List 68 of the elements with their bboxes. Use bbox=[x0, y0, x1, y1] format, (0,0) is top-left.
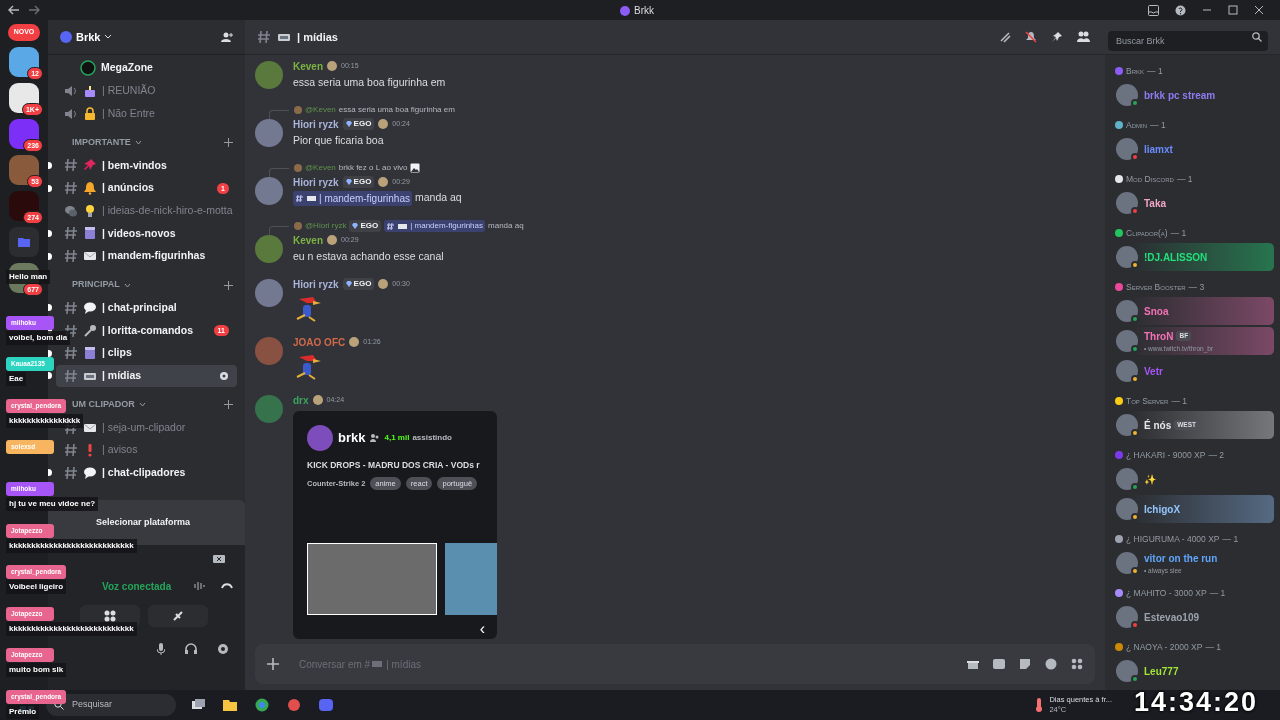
role-header: Brkk bbox=[1126, 64, 1144, 78]
member-count: — 1 bbox=[1170, 226, 1187, 240]
channel-name: | clips bbox=[102, 345, 132, 361]
tag-badge: EGO bbox=[349, 220, 382, 232]
member-count: — 2 bbox=[1208, 448, 1224, 462]
tag-badge: EGO bbox=[342, 176, 375, 188]
channel-name: | ideias-de-nick-hiro-e-motta bbox=[102, 202, 233, 218]
member-count: — 3 bbox=[1188, 280, 1205, 294]
channel-title: | mídias bbox=[297, 29, 338, 45]
channel-name: | bem-vindos bbox=[102, 157, 167, 173]
channel-name: | Não Entre bbox=[102, 105, 155, 121]
chat-message-overlay: Voibeel ligeiro bbox=[6, 580, 67, 595]
role-header: ¿ NAOYA - 2000 XP bbox=[1126, 640, 1203, 654]
role-header: Clipador(a) bbox=[1126, 226, 1168, 240]
member-count: — 1 bbox=[1150, 118, 1166, 132]
member-name: IchigoX bbox=[1144, 502, 1181, 517]
role-header: Top Server bbox=[1126, 394, 1169, 408]
member-name: Leu777 bbox=[1144, 664, 1179, 679]
member-count: — 1 bbox=[1222, 532, 1239, 546]
member-count: — 1 bbox=[1209, 586, 1226, 600]
member-name: !DJ.ALISSON bbox=[1144, 250, 1208, 265]
viewer-label: assistindo bbox=[412, 432, 452, 444]
clock-overlay: 14:34:20 bbox=[1133, 685, 1258, 719]
role-header: ¿ HIGURUMA - 4000 XP bbox=[1126, 532, 1220, 546]
channel-name: | REUNIÃO bbox=[102, 83, 156, 99]
member-name: ✨ bbox=[1144, 472, 1156, 487]
channel-name: MegaZone bbox=[101, 60, 153, 76]
member-name: Vetr bbox=[1144, 364, 1163, 379]
role-header: Server Booster bbox=[1126, 280, 1186, 294]
member-count: — 1 bbox=[1176, 172, 1193, 186]
role-header: ¿ HAKARI - 9000 XP bbox=[1126, 448, 1206, 462]
member-name: Taka bbox=[1144, 196, 1167, 211]
message-text: manda aq bbox=[415, 190, 462, 206]
chat-message-overlay: muito bom slk bbox=[6, 663, 67, 678]
voice-status: Voz conectada bbox=[102, 579, 172, 594]
channel-name: | chat-clipadores bbox=[102, 465, 186, 481]
stream-title: KICK DROPS - MADRU DOS CRIA - VODs r bbox=[307, 459, 481, 472]
channel-name: | loritta-comandos bbox=[102, 322, 194, 338]
message-text: essa seria uma boa figurinha em bbox=[293, 75, 446, 90]
channel-name: | chat-principal bbox=[102, 299, 177, 315]
member-name: vitor on the run bbox=[1144, 551, 1218, 566]
member-name: brkk pc stream bbox=[1144, 88, 1216, 103]
role-header: Mod Discord bbox=[1126, 172, 1174, 186]
role-header: Admin bbox=[1126, 118, 1147, 132]
search-placeholder: Pesquisar bbox=[72, 698, 113, 712]
chat-message-overlay: Eae bbox=[6, 372, 27, 387]
chat-message-overlay: Hello man bbox=[6, 270, 51, 284]
channel-name: | avisos bbox=[102, 442, 138, 458]
message-text: eu n estava achando esse canal bbox=[293, 249, 444, 264]
member-count: — 1 bbox=[1147, 64, 1163, 78]
tag-badge: EGO bbox=[342, 278, 375, 290]
tag-badge: EGO bbox=[342, 118, 375, 130]
member-name: Snoa bbox=[1144, 304, 1169, 319]
channel-name: | mandem-figurinhas bbox=[102, 248, 206, 264]
channel-name: | mídias bbox=[102, 368, 142, 384]
message-text: Pior que ficaria boa bbox=[293, 133, 385, 148]
member-count: — 1 bbox=[1171, 394, 1188, 408]
member-name: ThroN bbox=[1144, 329, 1174, 344]
role-header: ¿ MAHITO - 3000 XP bbox=[1126, 586, 1207, 600]
channel-name: | videos-novos bbox=[102, 225, 176, 241]
member-name: É nós bbox=[1144, 418, 1172, 433]
window-title: Brkk bbox=[634, 4, 654, 18]
viewer-count: 4,1 mil bbox=[384, 432, 410, 444]
member-count: — 1 bbox=[1205, 640, 1221, 654]
member-name: liamxt bbox=[1144, 142, 1173, 157]
channel-name: | anúncios bbox=[102, 180, 154, 196]
member-name: Estevao109 bbox=[1144, 610, 1200, 625]
channel-name: | seja-um-clipador bbox=[102, 419, 186, 435]
